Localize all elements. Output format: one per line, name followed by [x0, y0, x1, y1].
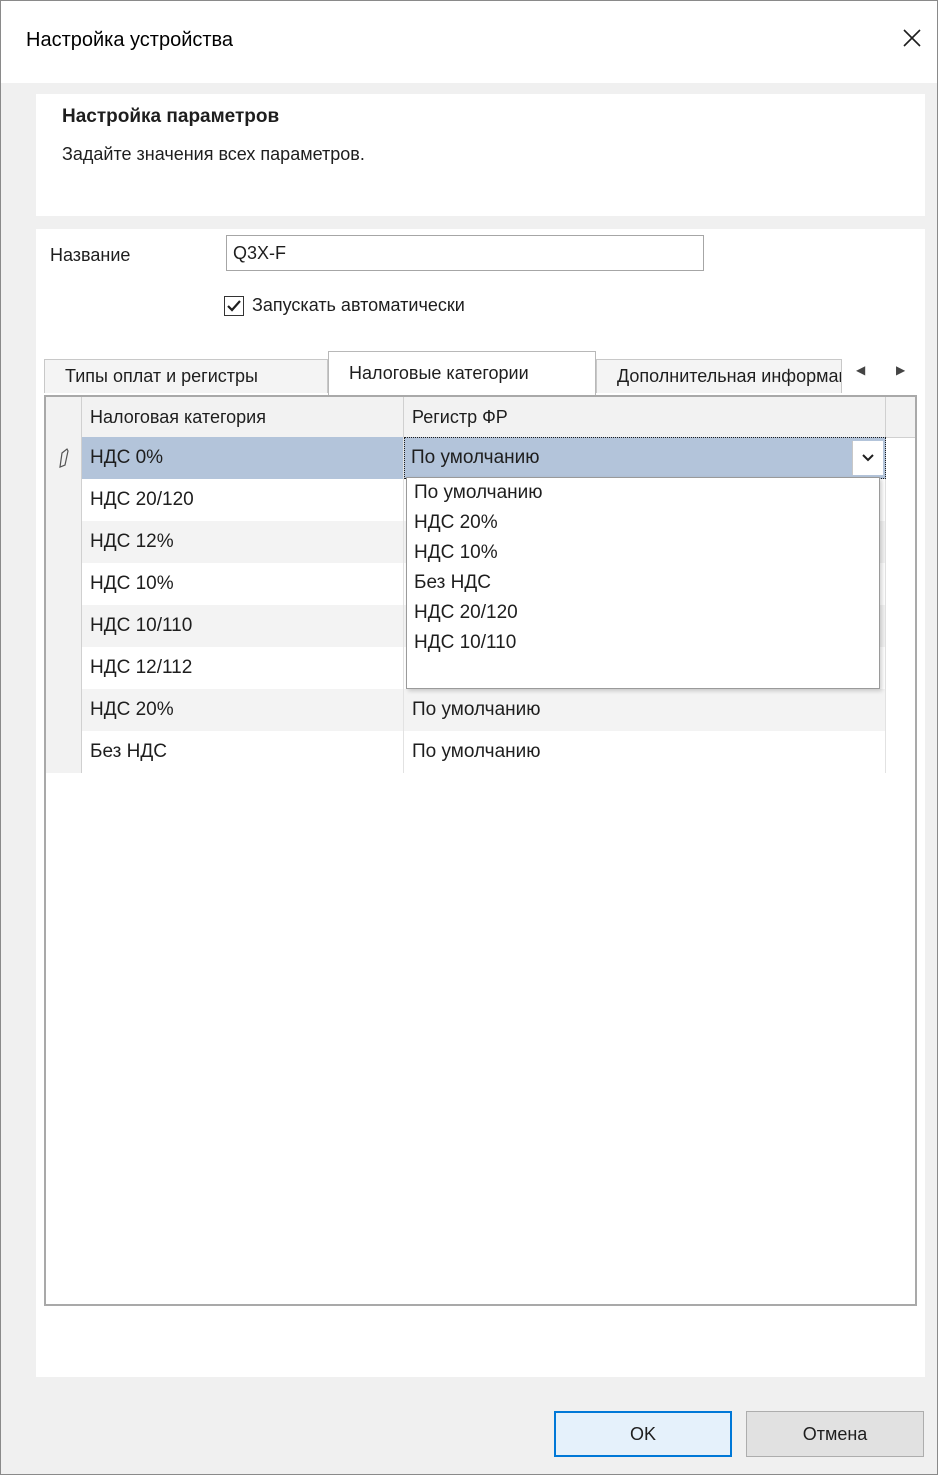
row-header — [46, 437, 82, 479]
category-cell[interactable]: НДС 20/120 — [82, 479, 404, 521]
category-cell[interactable]: НДС 20% — [82, 689, 404, 731]
category-cell[interactable]: НДС 0% — [82, 437, 404, 479]
dropdown-option[interactable]: НДС 20/120 — [407, 598, 879, 628]
tab-label: Налоговые категории — [349, 363, 529, 383]
register-cell[interactable]: По умолчанию — [404, 731, 886, 773]
dropdown-option[interactable]: Без НДС — [407, 568, 879, 598]
tab-label: Типы оплат и регистры — [65, 366, 258, 386]
tab-scroll-left-icon[interactable]: ◀ — [856, 363, 865, 377]
tab-scroll-right-icon[interactable]: ▶ — [896, 363, 905, 377]
settings-panel: Название Запускать автоматически Типы оп… — [36, 229, 925, 1377]
category-cell[interactable]: НДС 12/112 — [82, 647, 404, 689]
dropdown-option[interactable]: НДС 20% — [407, 508, 879, 538]
row-header — [46, 731, 82, 773]
tab-strip: Типы оплат и регистры Дополнительная инф… — [44, 349, 922, 395]
row-header — [46, 521, 82, 563]
close-button[interactable] — [887, 15, 937, 61]
chevron-down-icon — [862, 454, 874, 462]
category-cell[interactable]: НДС 10/110 — [82, 605, 404, 647]
tax-category-grid: Налоговая категория Регистр ФР НДС 0% По… — [44, 395, 917, 1306]
column-header-register[interactable]: Регистр ФР — [404, 397, 886, 437]
dropdown-button[interactable] — [852, 441, 883, 475]
checkmark-icon — [227, 299, 241, 312]
category-cell[interactable]: НДС 10% — [82, 563, 404, 605]
tab-tax-categories[interactable]: Налоговые категории — [328, 351, 596, 395]
ok-button[interactable]: OK — [554, 1411, 732, 1457]
table-row[interactable]: НДС 20% По умолчанию — [46, 689, 886, 731]
grid-header: Налоговая категория Регистр ФР — [46, 397, 915, 438]
table-row[interactable]: НДС 0% По умолчанию — [46, 437, 886, 479]
table-row[interactable]: Без НДС По умолчанию — [46, 731, 886, 773]
row-header — [46, 479, 82, 521]
tab-payment-types[interactable]: Типы оплат и регистры — [44, 359, 328, 393]
device-settings-dialog: Настройка устройства Настройка параметро… — [0, 0, 938, 1475]
tab-additional-info[interactable]: Дополнительная информация — [596, 359, 842, 393]
dropdown-option[interactable]: НДС 10/110 — [407, 628, 879, 658]
row-header-corner — [46, 397, 82, 437]
header-subtitle: Задайте значения всех параметров. — [62, 144, 365, 164]
header-panel: Настройка параметров Задайте значения вс… — [36, 94, 925, 216]
window-title: Настройка устройства — [26, 29, 234, 51]
name-label: Название — [50, 245, 131, 265]
row-header — [46, 605, 82, 647]
title-bar: Настройка устройства — [1, 1, 937, 83]
autostart-checkbox[interactable] — [224, 295, 244, 316]
row-header — [46, 647, 82, 689]
register-dropdown-list: По умолчанию НДС 20% НДС 10% Без НДС НДС… — [406, 477, 880, 689]
row-header — [46, 689, 82, 731]
cancel-button[interactable]: Отмена — [746, 1411, 924, 1457]
column-header-category[interactable]: Налоговая категория — [82, 397, 404, 437]
close-icon — [903, 29, 921, 47]
dropdown-option[interactable]: По умолчанию — [407, 478, 879, 508]
category-cell[interactable]: Без НДС — [82, 731, 404, 773]
register-combobox-value: По умолчанию — [411, 447, 540, 468]
dropdown-option[interactable]: НДС 10% — [407, 538, 879, 568]
tab-label: Дополнительная информация — [617, 366, 841, 386]
register-combobox[interactable]: По умолчанию — [404, 437, 886, 479]
autostart-checkbox-row[interactable]: Запускать автоматически — [224, 295, 465, 316]
category-cell[interactable]: НДС 12% — [82, 521, 404, 563]
name-input[interactable] — [226, 235, 704, 271]
row-header — [46, 563, 82, 605]
autostart-label: Запускать автоматически — [252, 295, 465, 315]
pencil-icon — [59, 448, 69, 468]
header-title: Настройка параметров — [62, 106, 280, 127]
register-cell[interactable]: По умолчанию — [404, 689, 886, 731]
